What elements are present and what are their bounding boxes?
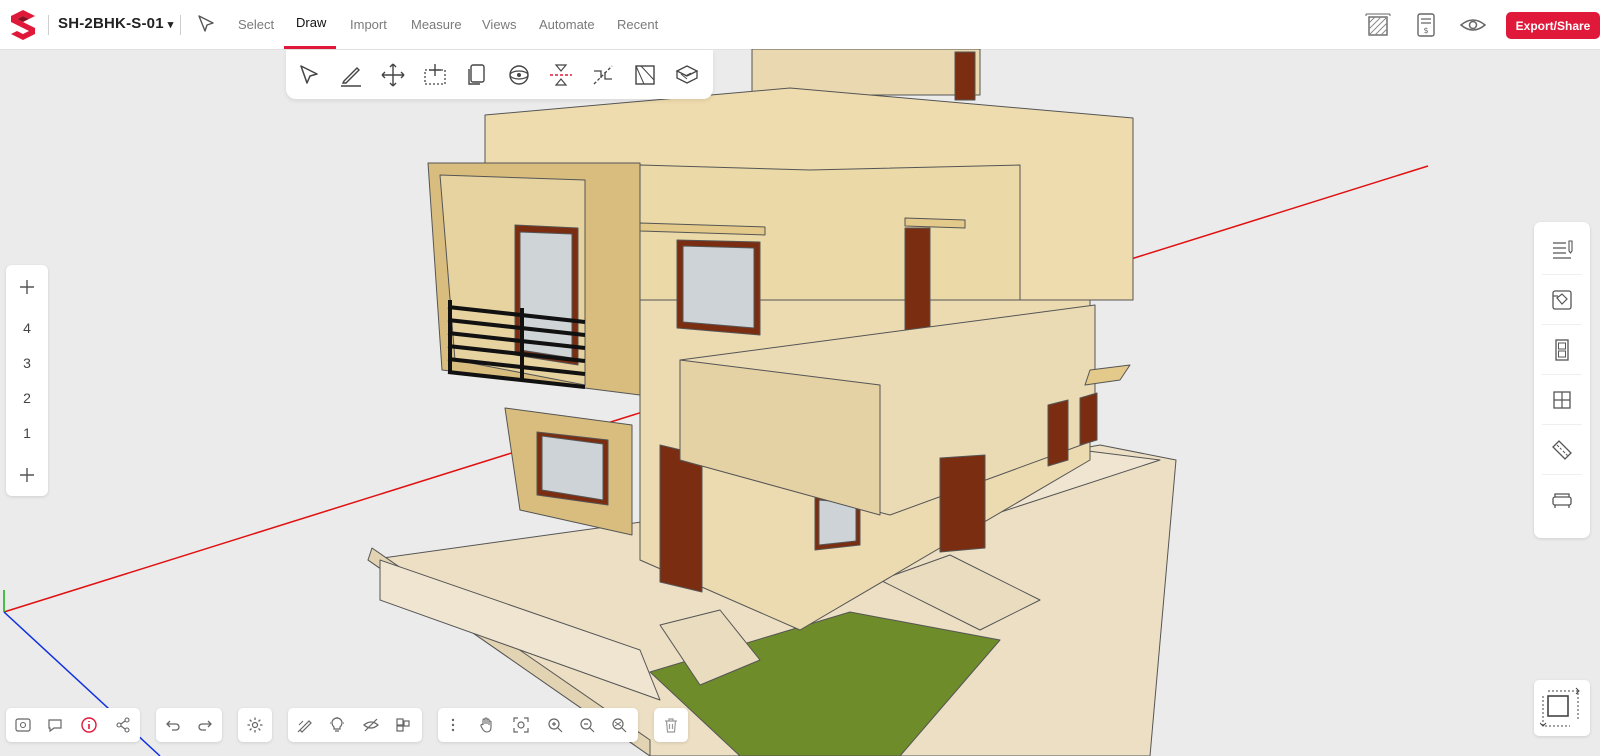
zoom-window-icon[interactable] (610, 716, 628, 734)
fullscreen-icon[interactable] (1540, 686, 1584, 730)
undo-icon[interactable] (164, 716, 182, 734)
cost-estimate-icon[interactable]: $ (1412, 11, 1440, 39)
redo-icon[interactable] (196, 716, 214, 734)
orbit-icon[interactable] (506, 62, 532, 88)
bottom-toolbar-delete (654, 708, 688, 742)
furniture-icon[interactable] (1550, 488, 1574, 512)
menu-automate[interactable]: Automate (539, 17, 595, 32)
menu-import[interactable]: Import (350, 17, 387, 32)
face-icon[interactable] (632, 62, 658, 88)
bottom-toolbar-history (156, 708, 222, 742)
draw-toolbar (286, 50, 713, 99)
top-bar: SH-2BHK-S-01 ▾ Select Draw Import Measure… (0, 0, 1600, 50)
floor-level-1[interactable]: 1 (6, 425, 48, 441)
ruler-icon[interactable] (1550, 438, 1574, 462)
floor-level-2[interactable]: 2 (6, 390, 48, 406)
divider (1542, 474, 1582, 475)
door-icon[interactable] (1550, 338, 1574, 362)
share-icon[interactable] (114, 716, 132, 734)
light-bulb-icon[interactable] (328, 716, 346, 734)
hide-tool-icon[interactable] (362, 716, 380, 734)
view-toggle-panel (1534, 680, 1590, 736)
components-icon[interactable] (394, 716, 412, 734)
pencil-icon[interactable] (338, 62, 364, 88)
more-vertical-icon[interactable] (444, 716, 462, 734)
bottom-toolbar-settings (238, 708, 272, 742)
floor-level-panel: 4 3 2 1 (6, 265, 48, 496)
divider (1542, 424, 1582, 425)
pan-hand-icon[interactable] (478, 716, 496, 734)
floor-level-4[interactable]: 4 (6, 320, 48, 336)
move-icon[interactable] (380, 62, 406, 88)
right-tool-panel (1534, 222, 1590, 538)
properties-icon[interactable] (1550, 238, 1574, 262)
menu-select[interactable]: Select (238, 17, 274, 32)
menu-draw[interactable]: Draw (296, 15, 326, 30)
project-selector[interactable]: SH-2BHK-S-01 ▾ (58, 15, 174, 32)
menu-measure[interactable]: Measure (411, 17, 462, 32)
add-floor-above-icon[interactable] (17, 277, 37, 297)
zoom-extents-icon[interactable] (512, 716, 530, 734)
menu-views[interactable]: Views (482, 17, 516, 32)
bottom-toolbar-comments (6, 708, 140, 742)
split-icon[interactable] (590, 62, 616, 88)
cursor-icon[interactable] (196, 14, 216, 34)
window-icon[interactable] (1550, 388, 1574, 412)
section-plane-icon[interactable] (548, 62, 574, 88)
house-model[interactable] (367, 49, 1177, 756)
info-icon[interactable] (80, 716, 98, 734)
trash-icon[interactable] (662, 716, 680, 734)
divider (1542, 324, 1582, 325)
eye-icon[interactable] (1459, 11, 1487, 39)
project-name: SH-2BHK-S-01 (58, 15, 164, 32)
bottom-toolbar-render (288, 708, 422, 742)
zoom-out-icon[interactable] (578, 716, 596, 734)
bottom-toolbar-navigation (438, 708, 638, 742)
app-logo[interactable] (8, 8, 38, 40)
gear-icon[interactable] (246, 716, 264, 734)
chevron-down-icon: ▾ (167, 19, 174, 31)
floor-level-3[interactable]: 3 (6, 355, 48, 371)
zoom-in-icon[interactable] (546, 716, 564, 734)
divider (1542, 274, 1582, 275)
copy-icon[interactable] (464, 62, 490, 88)
paint-bucket-icon[interactable] (1550, 288, 1574, 312)
brush-icon[interactable] (296, 716, 314, 734)
divider (48, 15, 49, 35)
floor-plan-icon[interactable] (1364, 11, 1392, 39)
svg-text:$: $ (1423, 26, 1428, 35)
extrude-icon[interactable] (674, 62, 700, 88)
3d-viewport[interactable] (0, 49, 1600, 756)
menu-recent[interactable]: Recent (617, 17, 658, 32)
select-arrow-icon[interactable] (296, 62, 322, 88)
comment-icon[interactable] (46, 716, 64, 734)
add-floor-below-icon[interactable] (17, 465, 37, 485)
divider (1542, 374, 1582, 375)
export-share-button[interactable]: Export/Share (1506, 12, 1600, 39)
divider (180, 15, 181, 35)
screenshot-icon[interactable] (14, 716, 32, 734)
add-to-selection-icon[interactable] (422, 62, 448, 88)
